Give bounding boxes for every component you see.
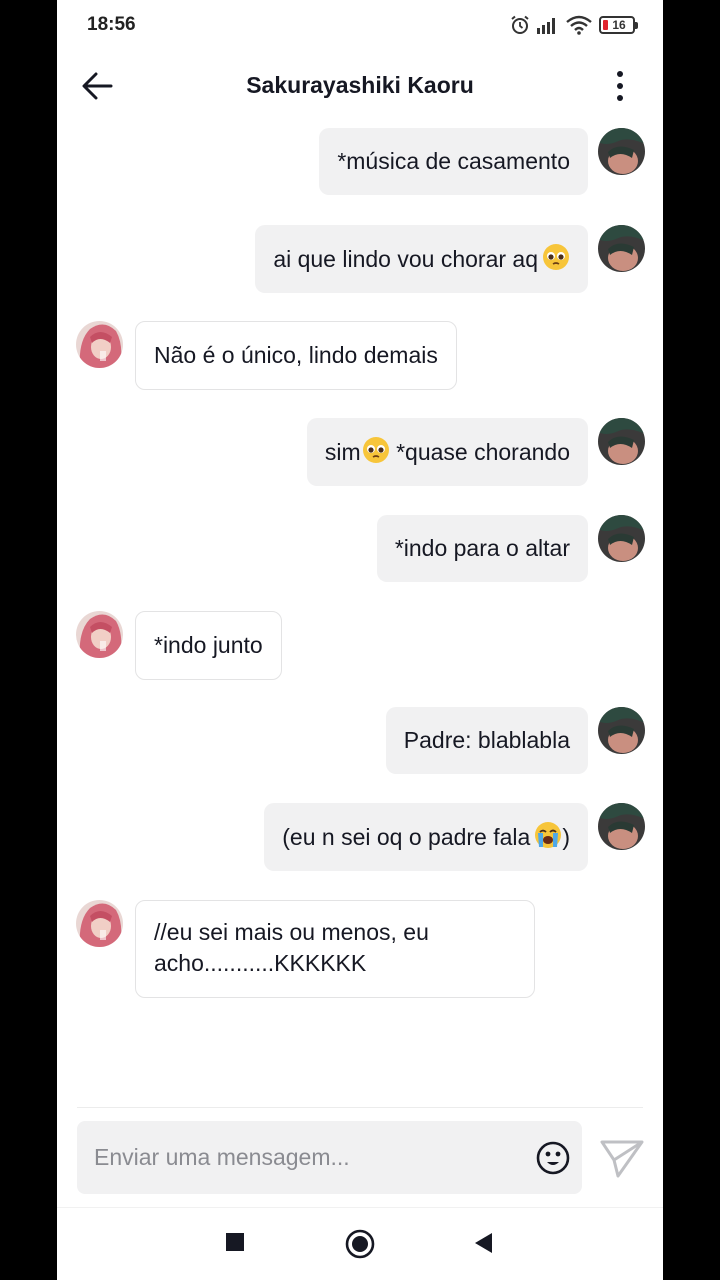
pleading-face-emoji xyxy=(362,437,389,463)
incoming-message[interactable]: Não é o único, lindo demais xyxy=(135,321,457,390)
send-icon[interactable] xyxy=(600,1138,644,1178)
chat-header: Sakurayashiki Kaoru xyxy=(57,50,663,122)
pleading-face-emoji xyxy=(543,244,569,270)
avatar[interactable] xyxy=(598,707,645,754)
battery-level: 16 xyxy=(612,18,626,32)
incoming-message[interactable]: //eu sei mais ou menos, eu acho.........… xyxy=(135,900,535,998)
outgoing-message[interactable]: ai que lindo vou chorar aq xyxy=(255,225,588,293)
triangle-back-icon[interactable] xyxy=(473,1232,495,1254)
composer-divider xyxy=(77,1107,643,1108)
status-bar: 18:56 16 xyxy=(57,0,663,50)
outgoing-message[interactable]: *indo para o altar xyxy=(376,515,588,582)
smiley-icon[interactable] xyxy=(536,1141,570,1175)
loudly-crying-face-emoji xyxy=(535,822,562,848)
avatar[interactable] xyxy=(76,611,123,658)
outgoing-message[interactable]: (eu n sei oq o padre fala) xyxy=(264,803,588,871)
avatar[interactable] xyxy=(598,128,645,175)
phone-screen: 18:56 16 Sakurayashiki Kaoru *música de … xyxy=(57,0,663,1280)
incoming-message[interactable]: *indo junto xyxy=(135,611,282,680)
avatar[interactable] xyxy=(598,515,645,562)
outgoing-message[interactable]: *música de casamento xyxy=(319,128,588,195)
status-icons: 16 xyxy=(510,14,638,36)
avatar[interactable] xyxy=(598,418,645,465)
back-button[interactable] xyxy=(77,66,117,106)
arrow-left-icon xyxy=(82,72,113,100)
alarm-icon xyxy=(511,15,529,34)
status-time: 18:56 xyxy=(87,14,136,35)
avatar[interactable] xyxy=(598,803,645,850)
battery-icon: 16 xyxy=(599,16,638,34)
avatar[interactable] xyxy=(76,321,123,368)
message-composer xyxy=(77,1121,582,1194)
avatar[interactable] xyxy=(598,225,645,272)
more-options-button[interactable] xyxy=(605,66,635,106)
signal-icon xyxy=(537,18,555,34)
outgoing-message[interactable]: sim *quase chorando xyxy=(306,418,588,486)
message-list[interactable]: *música de casamento ai que lindo vou ch… xyxy=(57,122,663,1107)
avatar[interactable] xyxy=(76,900,123,947)
square-icon[interactable] xyxy=(225,1232,245,1252)
message-input[interactable] xyxy=(77,1121,527,1194)
system-nav-bar xyxy=(57,1207,663,1280)
wifi-icon xyxy=(566,15,592,35)
chat-title: Sakurayashiki Kaoru xyxy=(246,72,474,98)
more-vertical-icon xyxy=(617,71,623,77)
circle-icon[interactable] xyxy=(345,1229,375,1259)
outgoing-message[interactable]: Padre: blablabla xyxy=(385,707,588,774)
